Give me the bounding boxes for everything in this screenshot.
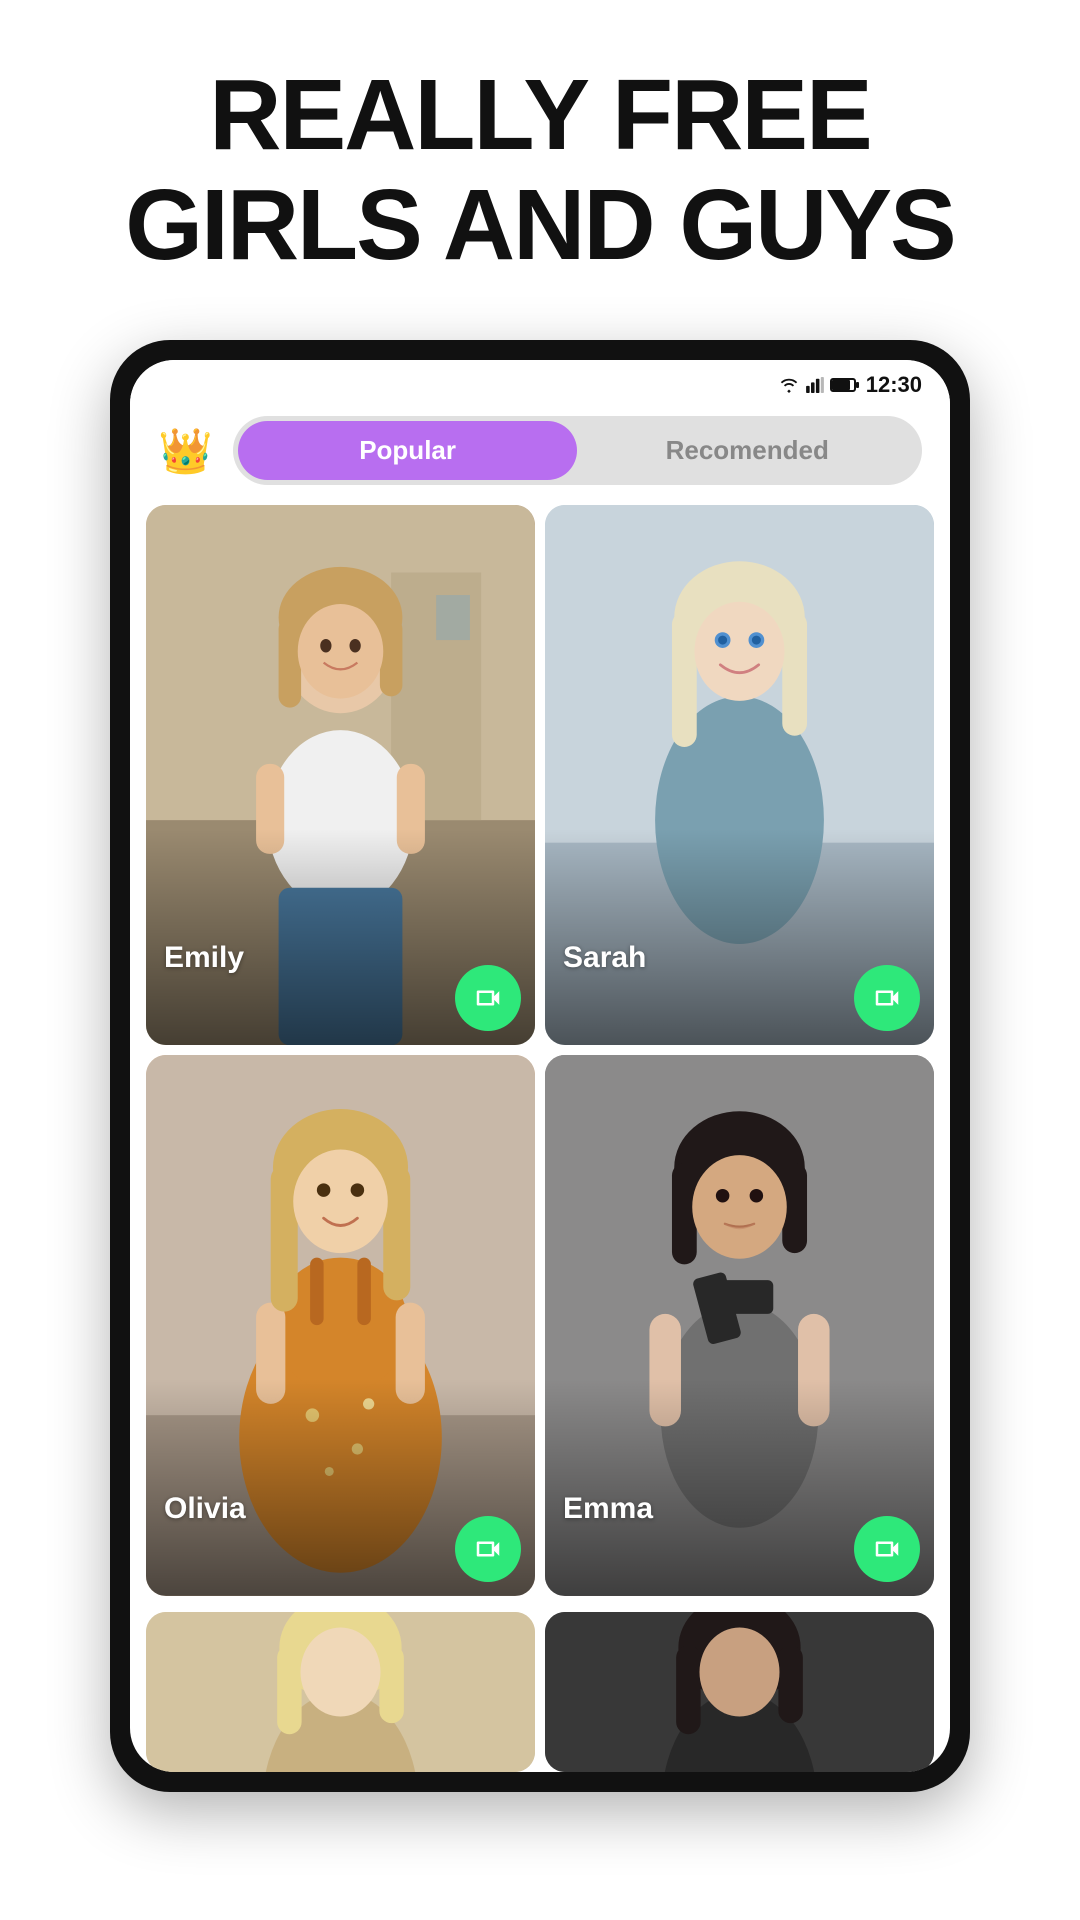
video-call-btn-olivia[interactable] [455,1516,521,1582]
battery-icon [830,378,856,392]
status-icons: 12:30 [778,372,922,398]
tab-container: Popular Recomended [233,416,922,485]
bottom-profiles-row [130,1612,950,1772]
crown-icon: 👑 [158,425,213,477]
profile-name-emily: Emily [164,941,244,975]
video-icon-emma [872,1534,902,1564]
headline-line2: GIRLS AND GUYS [125,169,954,281]
bottom-card-left[interactable] [146,1612,535,1772]
profile-name-olivia: Olivia [164,1492,246,1526]
profile-card-emma[interactable]: Emma [545,1055,934,1595]
status-bar: 12:30 [130,360,950,406]
wifi-icon [778,377,800,393]
video-icon-emily [473,983,503,1013]
video-call-btn-emma[interactable] [854,1516,920,1582]
video-icon-olivia [473,1534,503,1564]
video-icon-sarah [872,983,902,1013]
video-call-btn-sarah[interactable] [854,965,920,1031]
video-call-btn-emily[interactable] [455,965,521,1031]
profile-card-olivia[interactable]: Olivia [146,1055,535,1595]
status-time: 12:30 [866,372,922,398]
profiles-grid: Emily [130,505,950,1612]
profile-card-sarah[interactable]: Sarah [545,505,934,1045]
signal-icon [806,377,824,393]
headline: REALLY FREE GIRLS AND GUYS [85,60,994,280]
profile-card-emily[interactable]: Emily [146,505,535,1045]
phone-inner: 12:30 👑 Popular Recomended [130,360,950,1772]
app-header: 👑 Popular Recomended [130,406,950,505]
bottom-card-right[interactable] [545,1612,934,1772]
phone-mockup: 12:30 👑 Popular Recomended [110,340,970,1792]
headline-line1: REALLY FREE [209,59,871,171]
profile-name-sarah: Sarah [563,941,646,975]
tab-recommended[interactable]: Recomended [577,421,917,480]
tab-popular[interactable]: Popular [238,421,578,480]
profile-name-emma: Emma [563,1492,653,1526]
